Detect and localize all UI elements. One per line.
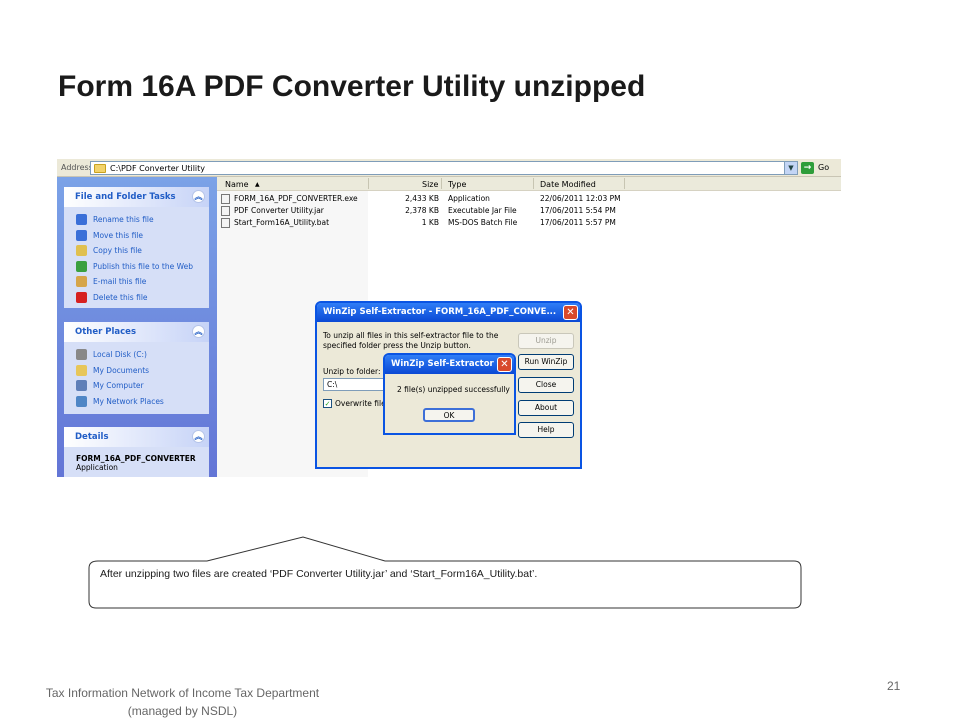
page-number: 21 (887, 679, 901, 693)
footer: Tax Information Network of Income Tax De… (10, 684, 355, 720)
callout-shape (88, 536, 802, 609)
footer-organization: Tax Information Network of Income Tax De… (45, 686, 320, 700)
footer-managed-by: (managed by NSDL) (127, 704, 238, 718)
callout-text: After unzipping two files are created ‘P… (100, 568, 538, 580)
